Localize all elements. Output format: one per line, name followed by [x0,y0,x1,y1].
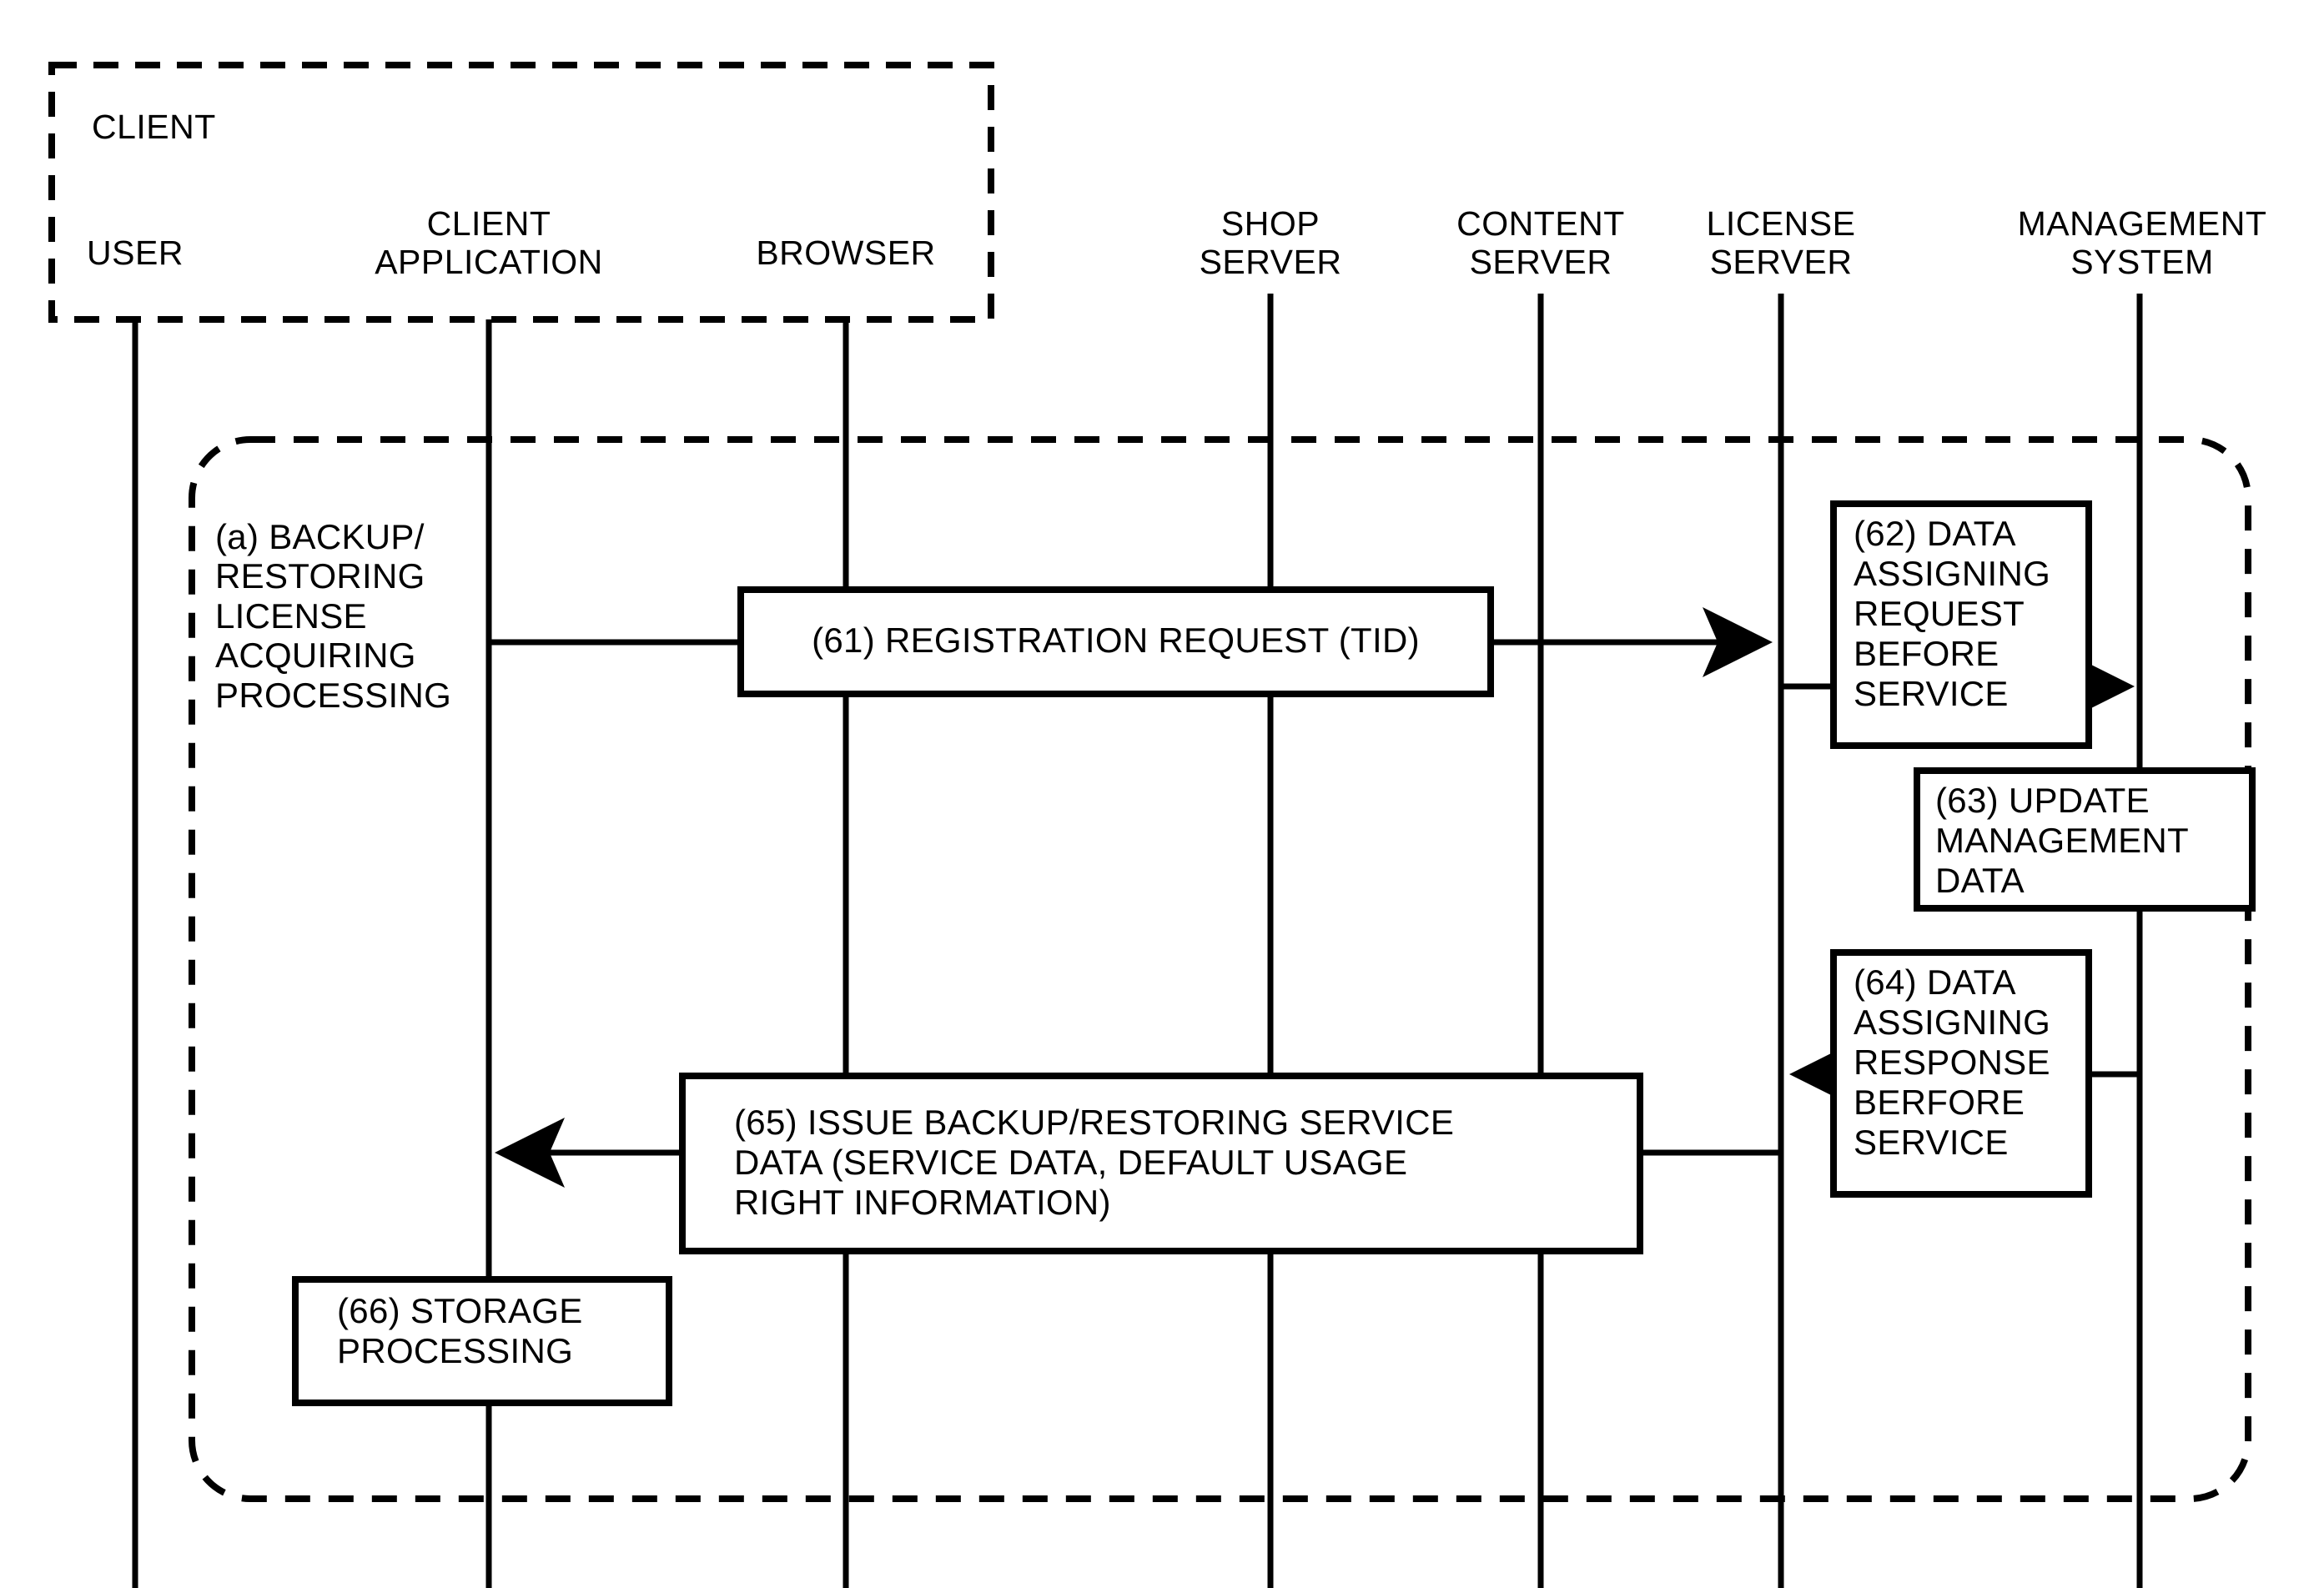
lane-label-content-server: CONTENT SERVER [1456,204,1625,282]
lane-label-management-system: MANAGEMENT SYSTEM [2017,204,2267,282]
figure-canvas: CLIENT USER CLIENT APPLICATION BROWSER S… [0,0,2324,1588]
lane-label-license-server: LICENSE SERVER [1706,204,1856,282]
step-66-label: (66) STORAGE PROCESSING [337,1291,583,1370]
phase-a-label: (a) BACKUP/ RESTORING LICENSE ACQUIRING … [215,517,452,715]
step-65-label: (65) ISSUE BACKUP/RESTORING SERVICE DATA… [734,1103,1455,1222]
lane-label-shop-server: SHOP SERVER [1199,204,1342,282]
step-64-label: (64) DATA ASSIGNING RESPONSE BERFORE SER… [1854,962,2051,1162]
client-group-label: CLIENT [92,108,216,146]
step-63-label: (63) UPDATE MANAGEMENT DATA [1935,781,2190,900]
lane-label-user: USER [87,234,184,272]
lane-label-client-application: CLIENT APPLICATION [375,204,603,282]
lane-label-browser: BROWSER [756,234,936,272]
step-62-label: (62) DATA ASSIGNING REQUEST BEFORE SERVI… [1854,514,2051,713]
step-61-label: (61) REGISTRATION REQUEST (TID) [812,621,1420,660]
